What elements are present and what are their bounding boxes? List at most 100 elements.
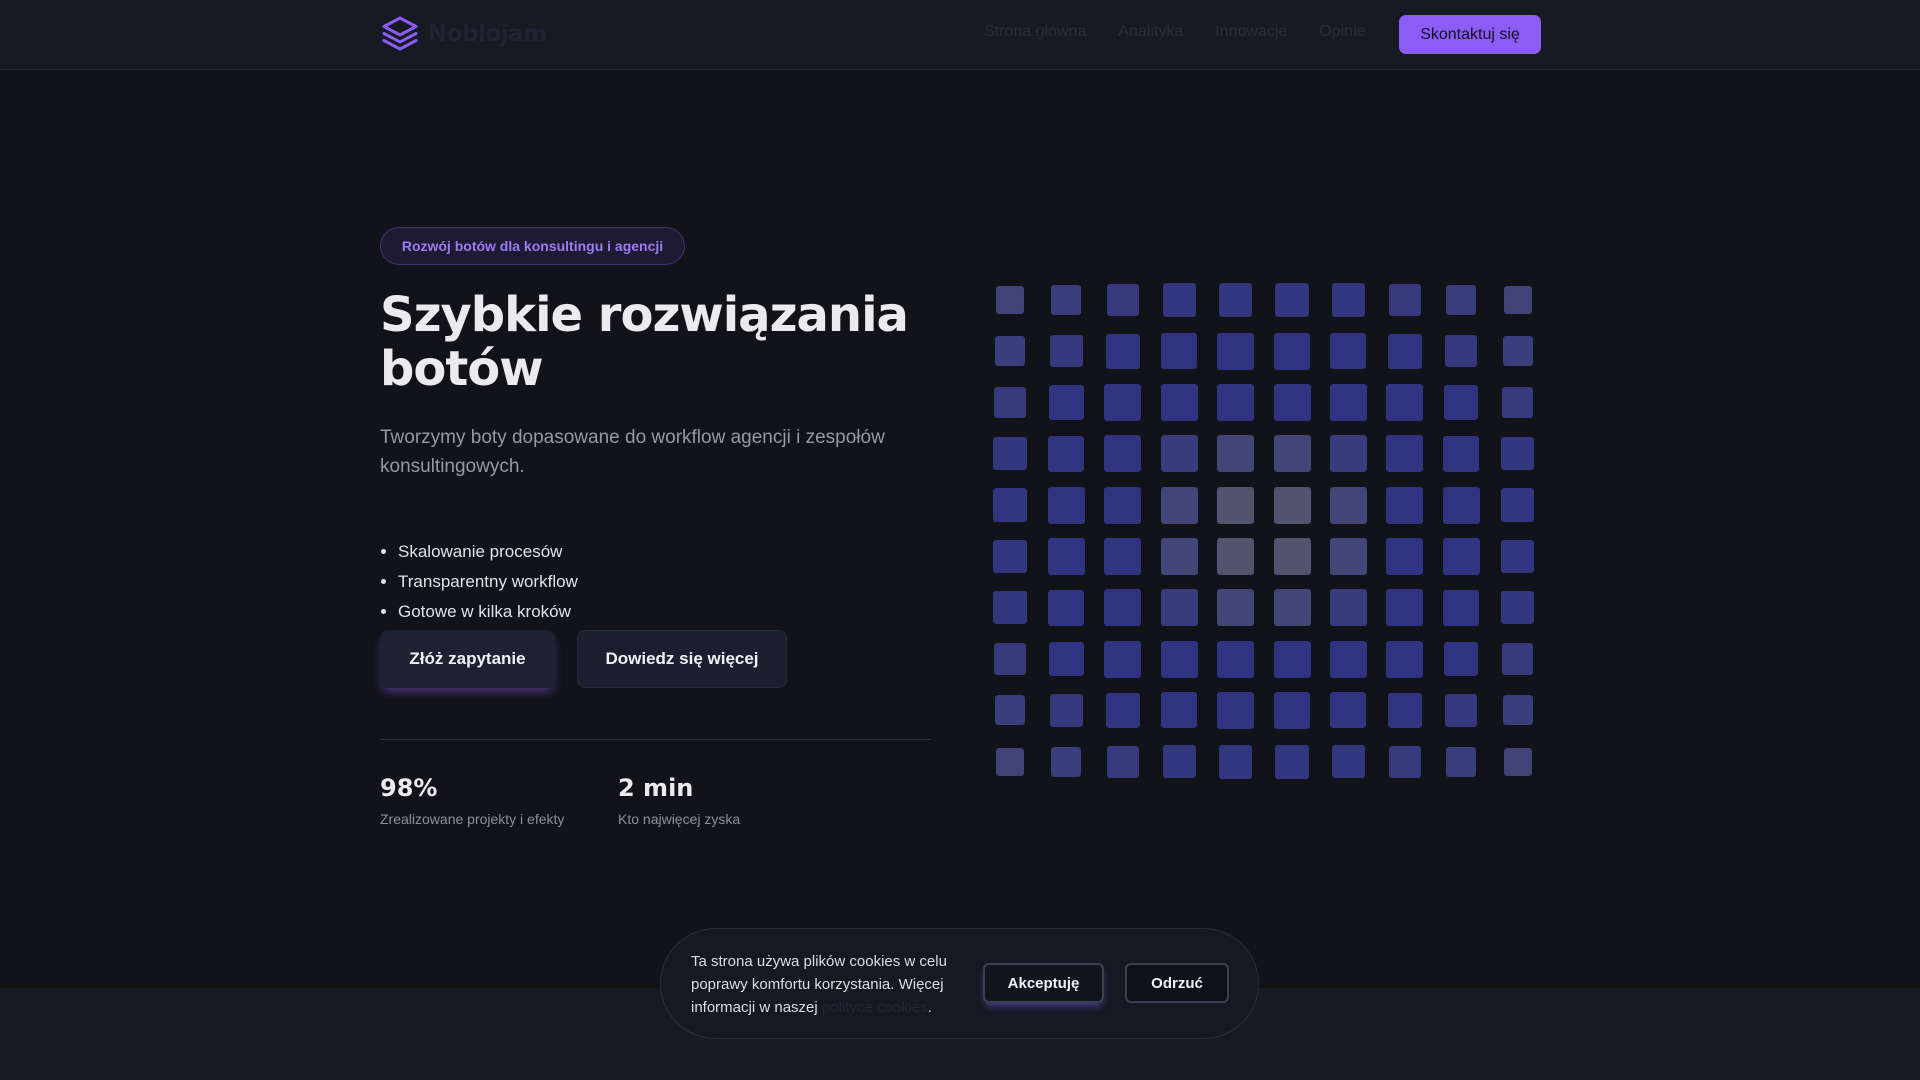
nav-link-analytics[interactable]: Analityka (1118, 23, 1183, 41)
grid-cell (1273, 486, 1311, 524)
grid-cell (1104, 435, 1142, 473)
stat-value-projects: 98% (380, 774, 438, 802)
grid-cell (1049, 641, 1084, 677)
grid-cell (1049, 385, 1084, 420)
grid-cell (1218, 744, 1253, 779)
layers-icon (382, 16, 418, 51)
hero-subtitle: Tworzymy boty dopasowane do workflow age… (380, 427, 885, 477)
grid-cell (1273, 691, 1311, 729)
cookie-message: Ta strona używa plików cookies w celu po… (691, 950, 966, 1019)
grid-cell (994, 643, 1026, 675)
grid-cell (1386, 538, 1424, 575)
brand-name: Noblojam (428, 21, 547, 47)
grid-cell (1445, 694, 1478, 727)
grid-cell (1445, 335, 1478, 368)
grid-cell (1442, 486, 1480, 524)
cookie-accept-button[interactable]: Akceptuję (983, 963, 1104, 1003)
learn-more-button[interactable]: Dowiedz się więcej (577, 630, 787, 688)
grid-cell (1104, 384, 1142, 422)
grid-cell (1162, 283, 1196, 317)
grid-cell (1443, 435, 1480, 472)
grid-cell (1218, 283, 1253, 317)
grid-cell (1217, 384, 1255, 422)
grid-cell (1160, 384, 1198, 422)
top-navbar: Noblojam Strona główna Analityka Innowac… (0, 0, 1920, 70)
grid-cell (1161, 333, 1198, 370)
cookie-banner: Ta strona używa plików cookies w celu po… (660, 928, 1259, 1039)
grid-cell (1273, 332, 1311, 370)
grid-cell (1329, 538, 1367, 575)
brand-logo[interactable]: Noblojam (380, 14, 547, 54)
grid-cell (1331, 283, 1365, 317)
grid-cell (1105, 334, 1140, 369)
main-nav: Strona główna Analityka Innowacje Opinie (984, 23, 1366, 41)
grid-cell (1443, 589, 1480, 626)
decorative-grid-art (990, 280, 1540, 780)
grid-cell (1051, 746, 1082, 777)
nav-link-innovations[interactable]: Innowacje (1215, 23, 1287, 41)
grid-cell (1386, 589, 1424, 627)
grid-cell (1160, 486, 1198, 524)
grid-cell (1386, 435, 1424, 473)
grid-cell (996, 747, 1024, 776)
grid-cell (1273, 384, 1311, 422)
cookie-text-end: . (927, 999, 932, 1016)
grid-cell (1387, 334, 1422, 369)
grid-cell (1330, 333, 1367, 370)
grid-cell (1160, 640, 1198, 678)
submit-inquiry-button[interactable]: Złóż zapytanie (380, 630, 555, 688)
grid-cell (1273, 538, 1311, 575)
grid-cell (1386, 384, 1424, 422)
grid-cell (1386, 486, 1424, 524)
grid-cell (1048, 589, 1085, 626)
grid-cell (993, 437, 1027, 471)
grid-cell (1275, 283, 1309, 317)
feature-list: Skalowanie procesów Transparentny workfl… (380, 537, 578, 627)
grid-cell (1047, 538, 1085, 575)
grid-cell (1501, 591, 1535, 625)
nav-link-reviews[interactable]: Opinie (1319, 23, 1365, 41)
grid-cell (1161, 692, 1198, 729)
grid-cell (1329, 486, 1367, 524)
cookie-policy-link[interactable]: polityce cookies (822, 999, 928, 1016)
cookie-reject-button[interactable]: Odrzuć (1125, 963, 1229, 1003)
grid-cell (1050, 694, 1083, 727)
grid-cell (1050, 335, 1083, 368)
grid-cell (1106, 745, 1139, 778)
grid-cell (1502, 695, 1533, 726)
contact-button[interactable]: Skontaktuj się (1399, 15, 1541, 54)
grid-cell (996, 286, 1024, 314)
grid-cell (1442, 538, 1480, 575)
stat-label-time: Kto najwięcej zyska (618, 811, 741, 827)
grid-cell (1501, 386, 1534, 419)
grid-cell (1329, 640, 1367, 678)
grid-cell (1047, 486, 1085, 524)
grid-cell (1330, 692, 1367, 729)
grid-cell (1329, 435, 1367, 473)
grid-cell (1105, 693, 1140, 728)
grid-cell (993, 539, 1027, 574)
nav-link-home[interactable]: Strona główna (984, 23, 1086, 41)
grid-cell (993, 488, 1027, 523)
grid-cell (995, 336, 1025, 367)
stat-value-time: 2 min (618, 774, 694, 802)
grid-cell (1387, 693, 1422, 728)
grid-cell (1217, 332, 1255, 370)
grid-cell (1106, 284, 1139, 316)
grid-cell (1500, 539, 1535, 574)
grid-cell (1160, 589, 1198, 627)
grid-cell (1503, 286, 1532, 314)
hero-badge: Rozwój botów dla konsultingu i agencji (380, 227, 685, 265)
grid-cell (1273, 640, 1311, 678)
grid-cell (1162, 745, 1196, 779)
grid-cell (1329, 384, 1367, 422)
grid-cell (1503, 747, 1532, 776)
feature-item: Gotowe w kilka kroków (398, 597, 578, 627)
grid-cell (1501, 437, 1535, 471)
stats-divider (380, 739, 931, 740)
grid-cell (1217, 589, 1255, 627)
grid-cell (1273, 589, 1311, 627)
grid-cell (1104, 486, 1142, 524)
grid-cell (1217, 691, 1255, 729)
grid-cell (1329, 589, 1367, 627)
